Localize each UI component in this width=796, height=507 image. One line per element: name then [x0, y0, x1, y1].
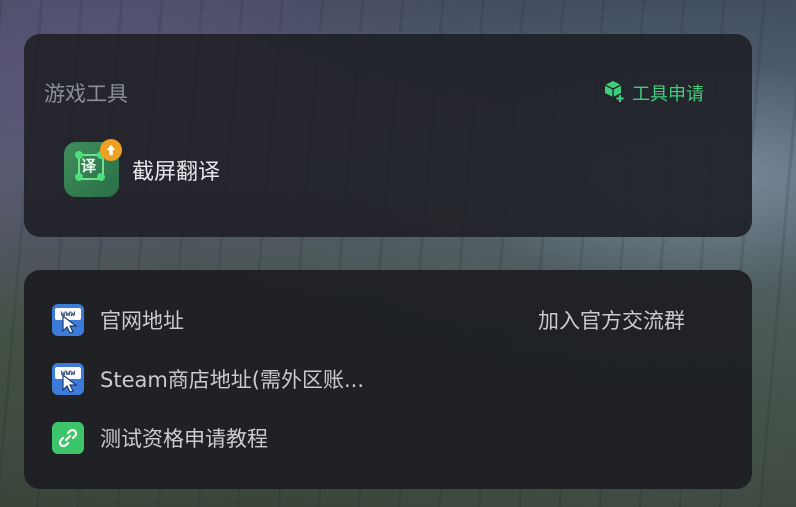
- link-icon: [52, 422, 84, 454]
- link-label: Steam商店地址(需外区账...: [100, 368, 365, 392]
- screenshot-translate-icon: 译: [64, 139, 122, 197]
- tool-apply-label: 工具申请: [632, 84, 704, 105]
- link-steam-store[interactable]: www Steam商店地址(需外区账...: [52, 363, 364, 395]
- link-test-qualification-tutorial[interactable]: 测试资格申请教程: [52, 422, 268, 454]
- link-label: 官网地址: [100, 309, 184, 333]
- tool-apply-button[interactable]: 工具申请: [602, 80, 704, 106]
- upload-badge-icon: [100, 139, 122, 161]
- link-official-website[interactable]: www 官网地址: [52, 304, 184, 336]
- cube-plus-icon: [602, 79, 626, 108]
- game-tools-title: 游戏工具: [44, 82, 128, 106]
- link-label: 测试资格申请教程: [100, 427, 268, 451]
- game-tools-panel: [24, 34, 752, 237]
- tool-item-screenshot-translate[interactable]: 译 截屏翻译: [64, 139, 221, 197]
- www-cursor-icon: www: [52, 363, 84, 395]
- join-official-group-link[interactable]: 加入官方交流群: [538, 305, 685, 335]
- tool-item-label: 截屏翻译: [132, 159, 221, 185]
- www-cursor-icon: www: [52, 304, 84, 336]
